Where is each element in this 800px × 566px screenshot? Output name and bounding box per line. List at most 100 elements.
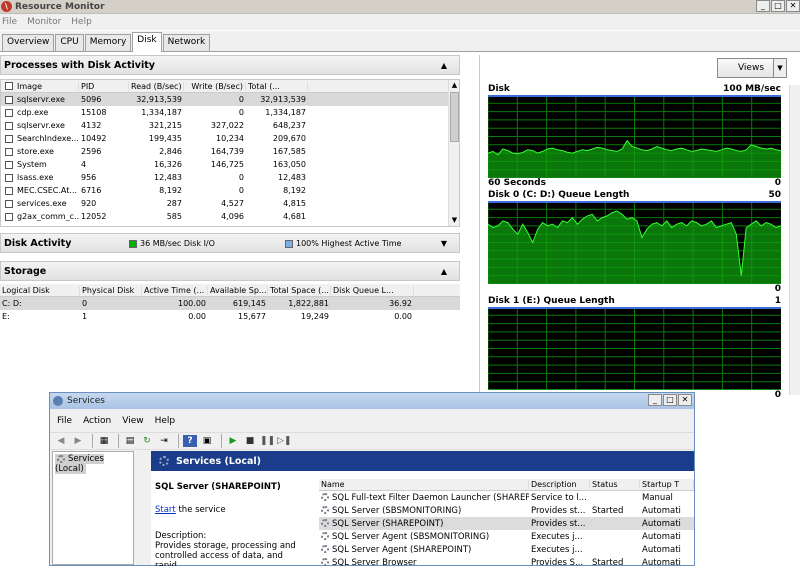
col-active-time[interactable]: Active Time (... bbox=[142, 285, 208, 295]
table-row[interactable]: C: D: 0 100.00 619,145 1,822,881 36.92 bbox=[0, 297, 460, 310]
expand-arrow-icon[interactable]: ▼ bbox=[441, 239, 447, 248]
service-name-cell: SQL Server (SBSMONITORING) bbox=[319, 506, 529, 516]
scroll-up-icon[interactable]: ▲ bbox=[449, 80, 459, 91]
stop-service-icon[interactable]: ■ bbox=[243, 435, 257, 447]
tree-item-services-local[interactable]: Services (Local) bbox=[55, 454, 104, 474]
col-total[interactable]: Total (... bbox=[246, 81, 308, 91]
table-row[interactable]: cdp.exe 15108 1,334,187 0 1,334,187 bbox=[1, 106, 459, 119]
tab-memory[interactable]: Memory bbox=[84, 34, 132, 51]
list-item[interactable]: SQL Server Agent (SHAREPOINT) Executes j.… bbox=[319, 543, 694, 556]
table-row[interactable]: MEC.CSEC.At... 6716 8,192 0 8,192 bbox=[1, 184, 459, 197]
table-cell: Service to l... bbox=[531, 492, 587, 503]
col-available-space[interactable]: Available Sp... bbox=[208, 285, 268, 295]
table-cell: 16,326 bbox=[154, 160, 182, 169]
checkbox-icon[interactable] bbox=[5, 147, 13, 156]
col-pid[interactable]: PID bbox=[79, 81, 129, 91]
services-menu-action[interactable]: Action bbox=[83, 416, 111, 426]
table-row[interactable]: sqlservr.exe 5096 32,913,539 0 32,913,539 bbox=[1, 93, 459, 106]
gear-icon bbox=[321, 506, 329, 514]
cell-image: System bbox=[1, 160, 79, 169]
checkbox-icon[interactable] bbox=[5, 199, 13, 208]
table-row[interactable]: services.exe 920 287 4,527 4,815 bbox=[1, 197, 459, 210]
table-row[interactable]: store.exe 2596 2,846 164,739 167,585 bbox=[1, 145, 459, 158]
col-read[interactable]: Read (B/sec) bbox=[129, 81, 184, 91]
export-list-icon[interactable]: ⇥ bbox=[157, 435, 171, 447]
tab-cpu[interactable]: CPU bbox=[55, 34, 84, 51]
table-row[interactable]: lsass.exe 956 12,483 0 12,483 bbox=[1, 171, 459, 184]
list-item[interactable]: SQL Full-text Filter Daemon Launcher (SH… bbox=[319, 491, 694, 504]
services-app-icon bbox=[53, 396, 63, 406]
processes-section-header[interactable]: Processes with Disk Activity ▲ bbox=[0, 55, 460, 75]
restart-service-icon[interactable]: ▷❚ bbox=[277, 435, 291, 447]
col-write[interactable]: Write (B/sec) bbox=[184, 81, 246, 91]
checkbox-icon[interactable] bbox=[5, 134, 13, 143]
mmc-icon[interactable]: ▣ bbox=[200, 435, 214, 447]
table-row[interactable]: SearchIndexe... 10492 199,435 10,234 209,670 bbox=[1, 132, 459, 145]
forward-arrow-icon[interactable]: ▶ bbox=[71, 435, 85, 447]
checkbox-icon[interactable] bbox=[5, 186, 13, 195]
tab-disk[interactable]: Disk bbox=[132, 32, 162, 52]
scroll-thumb[interactable] bbox=[450, 92, 459, 142]
table-row[interactable]: sqlservr.exe 4132 321,215 327,022 648,237 bbox=[1, 119, 459, 132]
checkbox-icon[interactable] bbox=[5, 160, 13, 169]
list-item[interactable]: SQL Server Browser Provides S... Started Au… bbox=[319, 556, 694, 566]
refresh-icon[interactable]: ↻ bbox=[140, 435, 154, 447]
back-arrow-icon[interactable]: ◀ bbox=[54, 435, 68, 447]
minimize-button[interactable]: _ bbox=[756, 0, 770, 12]
services-menu-view[interactable]: View bbox=[122, 416, 143, 426]
menu-file[interactable]: File bbox=[2, 17, 17, 27]
list-item[interactable]: SQL Server Agent (SBSMONITORING) Executes… bbox=[319, 530, 694, 543]
collapse-arrow-icon[interactable]: ▲ bbox=[441, 61, 447, 70]
services-close-button[interactable]: ✕ bbox=[678, 394, 692, 406]
checkbox-icon[interactable] bbox=[5, 212, 13, 221]
checkbox-icon[interactable] bbox=[5, 173, 13, 182]
checkbox-icon[interactable] bbox=[5, 108, 13, 117]
col-physical-disk[interactable]: Physical Disk bbox=[80, 285, 142, 295]
help-icon[interactable]: ? bbox=[183, 435, 197, 447]
scroll-down-icon[interactable]: ▼ bbox=[449, 215, 459, 226]
col-status[interactable]: Status bbox=[590, 480, 640, 489]
table-cell: 4,815 bbox=[283, 199, 306, 208]
console-tree: Services (Local) bbox=[52, 451, 134, 565]
col-name[interactable]: Name bbox=[319, 480, 529, 489]
charts-scrollbar[interactable] bbox=[789, 85, 800, 395]
table-row[interactable]: E: 1 0.00 15,677 19,249 0.00 bbox=[0, 310, 460, 323]
start-service-icon[interactable]: ▶ bbox=[226, 435, 240, 447]
table-cell: 199,435 bbox=[148, 134, 182, 143]
services-menu-file[interactable]: File bbox=[57, 416, 72, 426]
start-service-link[interactable]: Start bbox=[155, 505, 176, 515]
checkbox-icon[interactable] bbox=[5, 121, 13, 130]
col-startup-type[interactable]: Startup T bbox=[640, 480, 694, 489]
services-minimize-button[interactable]: _ bbox=[648, 394, 662, 406]
table-row[interactable]: g2ax_comm_c... 12052 585 4,096 4,681 bbox=[1, 210, 459, 223]
list-item[interactable]: SQL Server (SBSMONITORING) Provides st...… bbox=[319, 504, 694, 517]
disk-activity-header[interactable]: Disk Activity 36 MB/sec Disk I/O 100% Hi… bbox=[0, 233, 460, 253]
properties-icon[interactable]: ▤ bbox=[123, 435, 137, 447]
list-item[interactable]: SQL Server (SHAREPOINT) Provides st... Aut… bbox=[319, 517, 694, 530]
console-tree-icon[interactable]: ▦ bbox=[97, 435, 111, 447]
col-total-space[interactable]: Total Space (... bbox=[268, 285, 331, 295]
menu-help[interactable]: Help bbox=[71, 17, 92, 27]
storage-header[interactable]: Storage ▲ bbox=[0, 261, 460, 281]
col-disk-queue[interactable]: Disk Queue L... bbox=[331, 285, 414, 295]
checkbox-icon[interactable] bbox=[5, 95, 13, 104]
tab-overview[interactable]: Overview bbox=[2, 34, 55, 51]
table-cell: E: bbox=[2, 312, 10, 321]
table-cell: 0 bbox=[238, 95, 244, 104]
pause-service-icon[interactable]: ❚❚ bbox=[260, 435, 275, 447]
views-dropdown-icon[interactable]: ▼ bbox=[773, 58, 787, 78]
tab-network[interactable]: Network bbox=[162, 34, 211, 51]
col-description[interactable]: Description bbox=[529, 480, 590, 489]
menu-monitor[interactable]: Monitor bbox=[27, 17, 61, 27]
services-maximize-button[interactable]: □ bbox=[663, 394, 677, 406]
checkbox-icon[interactable] bbox=[5, 82, 13, 90]
col-logical-disk[interactable]: Logical Disk bbox=[0, 285, 80, 295]
col-image[interactable]: Image bbox=[1, 81, 79, 91]
services-menu-help[interactable]: Help bbox=[155, 416, 176, 426]
table-cell: Started bbox=[592, 557, 624, 566]
collapse-arrow-icon[interactable]: ▲ bbox=[441, 267, 447, 276]
close-button[interactable]: ✕ bbox=[786, 0, 800, 12]
processes-scrollbar[interactable]: ▲ ▼ bbox=[448, 80, 459, 226]
table-row[interactable]: System 4 16,326 146,725 163,050 bbox=[1, 158, 459, 171]
maximize-button[interactable]: □ bbox=[771, 0, 785, 12]
